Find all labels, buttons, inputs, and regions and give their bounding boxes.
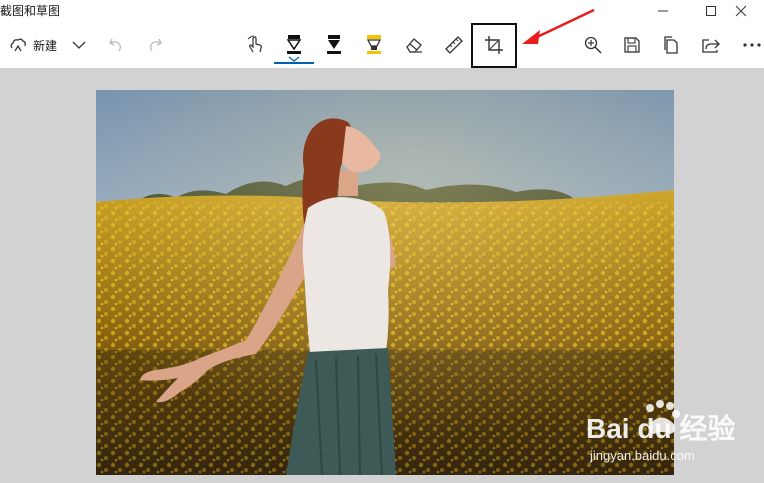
snip-and-sketch-window: 截图和草图 新建 Bai du 经验 jingyan.baidu.com — [0, 0, 764, 483]
canvas-area: Bai du 经验 jingyan.baidu.com — [0, 68, 764, 483]
baidu-watermark: Bai du 经验 jingyan.baidu.com — [586, 400, 735, 463]
watermark-url: jingyan.baidu.com — [589, 448, 695, 463]
watermark-brand: Bai du 经验 — [586, 412, 735, 444]
